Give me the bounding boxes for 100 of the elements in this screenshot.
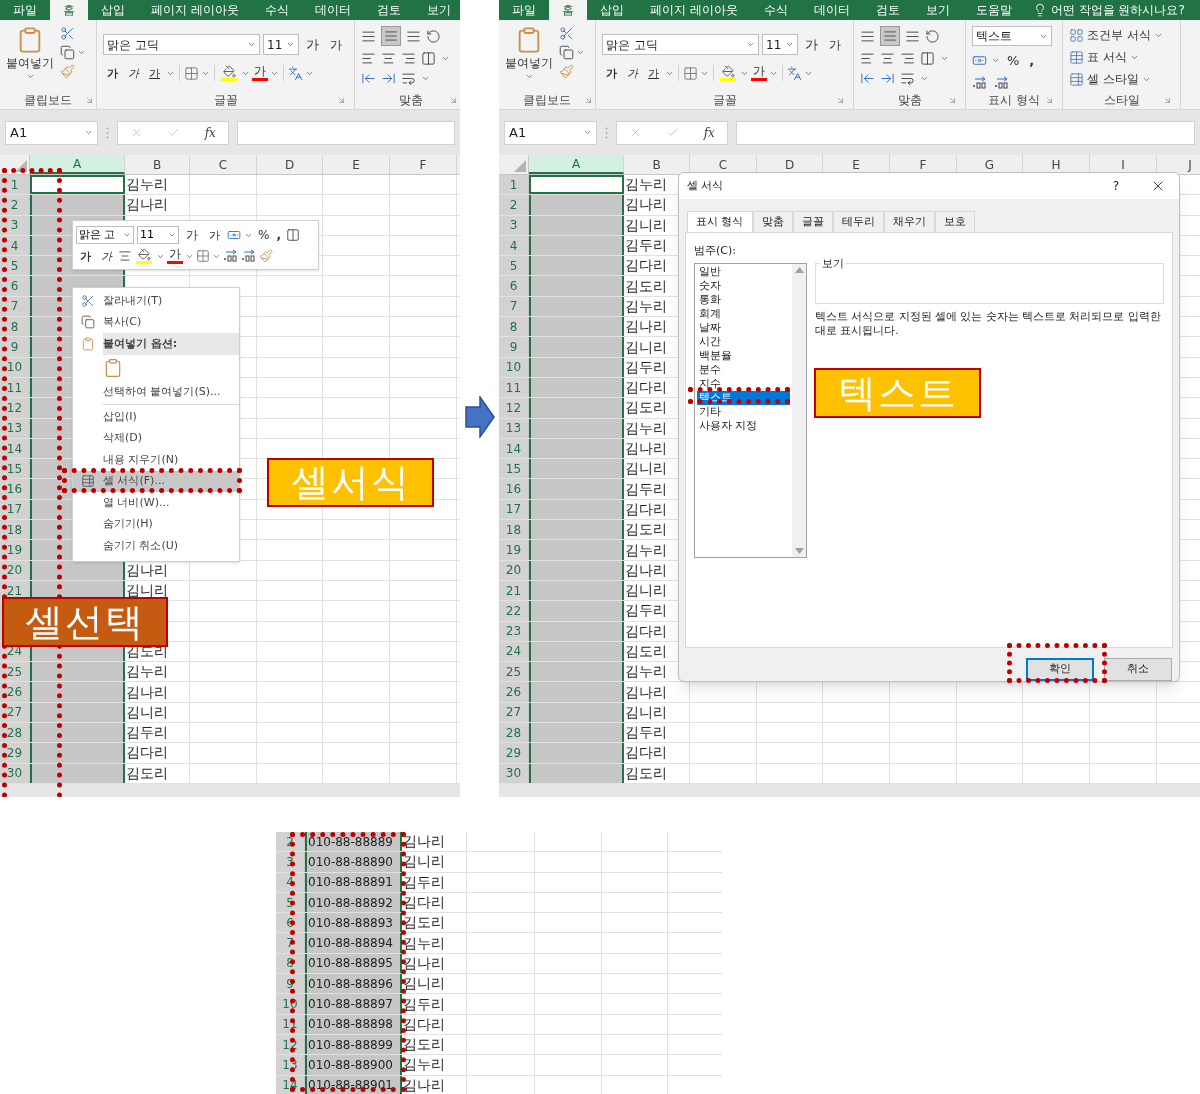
paste-option-icon[interactable] (103, 358, 123, 378)
row-header[interactable]: 1 (0, 175, 30, 195)
row-header[interactable]: 17 (0, 499, 30, 520)
row-header[interactable]: 11 (499, 377, 529, 398)
dialog-launcher-icon[interactable] (584, 95, 593, 105)
row-header[interactable]: 19 (499, 540, 529, 560)
list-item[interactable]: 회계 (697, 306, 790, 321)
row-header[interactable]: 25 (499, 662, 529, 682)
align-right-icon[interactable] (401, 51, 416, 66)
paste-button[interactable]: 붙여넣기 (6, 26, 54, 91)
dialog-tab[interactable]: 보호 (934, 211, 975, 232)
dialog-launcher-icon[interactable] (948, 95, 957, 105)
comma-button[interactable]: , (274, 226, 283, 244)
menu-item[interactable]: 잘라내기(T) (73, 290, 239, 312)
ribbon-tab[interactable]: 검토 (363, 0, 414, 20)
row-header[interactable]: 15 (0, 459, 30, 479)
italic-button[interactable]: 가 (124, 67, 143, 79)
row-header[interactable]: 6 (0, 276, 30, 296)
dialog-tab[interactable]: 맞춤 (752, 211, 793, 232)
conditional-format-icon[interactable] (1069, 27, 1084, 43)
menu-item[interactable]: 복사(C) (73, 311, 239, 333)
cut-icon[interactable] (559, 26, 574, 41)
help-button[interactable]: ? (1095, 177, 1137, 195)
row-header[interactable]: 16 (499, 479, 529, 499)
align-left-icon[interactable] (361, 51, 376, 66)
row-header[interactable]: 17 (499, 499, 529, 520)
column-header[interactable]: E (323, 155, 390, 174)
name-box[interactable]: A1 (5, 120, 98, 145)
bold-button[interactable]: 가 (103, 67, 122, 79)
decrease-decimal-icon[interactable] (994, 75, 1010, 90)
row-header[interactable]: 29 (0, 743, 30, 763)
list-item[interactable]: 통화 (697, 292, 790, 307)
row-header[interactable]: 28 (499, 723, 529, 743)
column-header[interactable]: D (257, 155, 323, 174)
row-header[interactable]: 5 (499, 256, 529, 276)
column-header[interactable]: B (125, 155, 190, 174)
middle-align-icon[interactable] (381, 26, 401, 46)
ribbon-tab[interactable]: 보기 (413, 0, 460, 20)
phonetic-icon[interactable] (787, 65, 802, 81)
dialog-launcher-icon[interactable] (85, 95, 94, 105)
row-header[interactable]: 16 (0, 479, 30, 499)
wrap-text-icon[interactable] (900, 71, 915, 86)
scroll-down-icon[interactable] (794, 547, 804, 554)
font-color-button[interactable]: 가 (751, 65, 767, 81)
bold-button[interactable]: 가 (76, 250, 95, 262)
align-center-icon[interactable] (381, 51, 396, 66)
font-name-field[interactable]: 맑은 고 (76, 226, 134, 244)
bold-button[interactable]: 가 (602, 67, 621, 79)
category-list[interactable]: 일반 숫자 통화 회계 날짜 시간 백분율 분수 지수 텍스트 기타 사용자 지정 (694, 262, 807, 558)
middle-align-icon[interactable] (880, 26, 900, 46)
font-name-field[interactable]: 맑은 고딕 (103, 34, 260, 55)
menu-item[interactable]: 열 너비(W)... (73, 492, 239, 514)
row-header[interactable]: 9 (0, 337, 30, 357)
ribbon-tab[interactable]: 데이터 (301, 0, 364, 20)
column-header[interactable]: F (390, 155, 457, 174)
decrease-font-button[interactable]: 가 (326, 38, 346, 51)
row-header[interactable]: 8 (499, 317, 529, 337)
orientation-icon[interactable] (426, 28, 441, 44)
caret-icon[interactable] (920, 74, 929, 83)
row-header[interactable]: 6 (499, 276, 529, 296)
dialog-launcher-icon[interactable] (1045, 95, 1054, 105)
fill-color-icon[interactable] (219, 65, 239, 81)
row-header[interactable]: 14 (499, 438, 529, 459)
row-header[interactable]: 29 (499, 743, 529, 763)
percent-button[interactable]: % (256, 226, 272, 244)
formula-field[interactable] (736, 120, 1195, 145)
cut-icon[interactable] (81, 293, 95, 308)
ribbon-tab[interactable]: 수식 (251, 0, 302, 20)
ribbon-tab[interactable]: 수식 (750, 0, 801, 20)
row-header[interactable]: 7 (499, 296, 529, 317)
ribbon-tab[interactable]: 파일 (0, 0, 50, 20)
row-header[interactable]: 23 (499, 621, 529, 641)
active-cell[interactable] (30, 175, 125, 195)
dialog-launcher-icon[interactable] (836, 95, 845, 105)
font-size-field[interactable]: 11 (762, 34, 798, 55)
format-painter-icon[interactable] (60, 64, 75, 79)
row-header[interactable]: 20 (499, 560, 529, 580)
decrease-indent-icon[interactable] (860, 71, 875, 86)
menu-item[interactable]: 선택하여 붙여넣기(S)... (73, 381, 239, 403)
scroll-up-icon[interactable] (794, 266, 804, 273)
cancel-button[interactable]: 취소 (1104, 658, 1172, 681)
paste-button[interactable]: 붙여넣기 (505, 26, 553, 91)
border-icon[interactable] (196, 249, 210, 263)
top-align-icon[interactable] (361, 28, 376, 44)
caret-icon[interactable] (576, 48, 585, 57)
row-header[interactable]: 5 (0, 256, 30, 276)
row-header[interactable]: 28 (0, 723, 30, 743)
list-item[interactable]: 백분율 (697, 348, 790, 363)
row-header[interactable]: 27 (499, 702, 529, 722)
percent-button[interactable]: % (1004, 51, 1023, 71)
ribbon-tab[interactable]: 페이지 레이아웃 (637, 0, 751, 20)
row-header[interactable]: 15 (499, 459, 529, 479)
italic-button[interactable]: 가 (623, 67, 642, 79)
dialog-tab[interactable]: 테두리 (832, 211, 884, 232)
dialog-tab[interactable]: 채우기 (883, 211, 935, 232)
style-menu-button[interactable]: 조건부 서식 (1087, 26, 1151, 44)
column-header[interactable]: A (30, 155, 125, 174)
caret-icon[interactable] (441, 54, 450, 63)
copy-icon[interactable] (60, 45, 75, 60)
list-item[interactable]: 날짜 (697, 320, 790, 335)
